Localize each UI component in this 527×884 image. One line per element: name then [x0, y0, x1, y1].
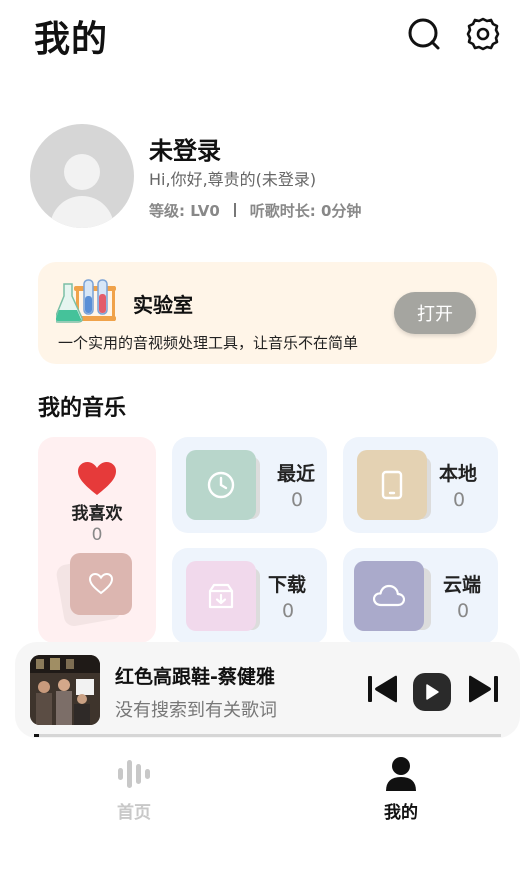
lab-title: 实验室 — [133, 293, 193, 317]
play-icon — [426, 684, 439, 700]
progress-fill — [34, 734, 39, 737]
page-title: 我的 — [34, 19, 109, 60]
test-tubes-icon — [56, 279, 116, 323]
album-photo — [30, 655, 100, 725]
cloud-count: 0 — [457, 600, 470, 622]
lab-open-button[interactable]: 打开 — [394, 292, 476, 334]
recent-cover — [186, 450, 256, 520]
progress-bar[interactable] — [34, 734, 501, 737]
download-cover — [186, 561, 256, 631]
album-cover[interactable] — [30, 655, 100, 725]
tab-home[interactable]: 首页 — [94, 756, 174, 823]
stats-divider — [233, 203, 236, 217]
settings-gear-icon[interactable] — [466, 17, 500, 51]
lab-card[interactable]: 实验室 一个实用的音视频处理工具，让音乐不在简单 打开 — [38, 262, 497, 364]
cloud-icon — [373, 584, 405, 607]
profile-section[interactable]: 未登录 Hi,你好,尊贵的(未登录) 等级: LV0 听歌时长: 0分钟 — [30, 124, 500, 230]
tab-mine-label: 我的 — [384, 803, 418, 823]
recent-tile[interactable]: 最近 0 — [172, 437, 327, 533]
username[interactable]: 未登录 — [149, 131, 221, 166]
download-tile[interactable]: 下载 0 — [172, 548, 327, 644]
avatar[interactable] — [30, 124, 134, 228]
next-track-icon[interactable] — [467, 674, 499, 704]
song-title[interactable]: 红色高跟鞋-蔡健雅 — [115, 662, 275, 689]
recent-label: 最近 — [277, 463, 316, 485]
user-stats: 等级: LV0 听歌时长: 0分钟 — [149, 200, 361, 221]
tab-home-label: 首页 — [117, 803, 151, 823]
header: 我的 — [0, 0, 527, 70]
heart-outline-icon — [89, 573, 113, 595]
song-lyric: 没有搜索到有关歌词 — [115, 700, 277, 721]
favorites-count: 0 — [91, 525, 103, 545]
my-music-title: 我的音乐 — [38, 396, 127, 421]
search-icon[interactable] — [407, 17, 441, 51]
play-button[interactable] — [413, 673, 451, 711]
heart-icon — [78, 462, 116, 495]
lab-description: 一个实用的音视频处理工具，让音乐不在简单 — [58, 334, 359, 352]
cloud-label: 云端 — [443, 574, 482, 596]
local-tile[interactable]: 本地 0 — [343, 437, 498, 533]
download-label: 下载 — [268, 574, 307, 596]
cloud-cover — [354, 561, 424, 631]
download-count: 0 — [282, 600, 295, 622]
mini-player[interactable]: 红色高跟鞋-蔡健雅 没有搜索到有关歌词 — [15, 642, 520, 738]
cloud-tile[interactable]: 云端 0 — [343, 548, 498, 644]
tab-mine[interactable]: 我的 — [361, 756, 441, 823]
download-box-icon — [208, 583, 234, 609]
phone-icon — [381, 470, 403, 500]
sound-bars-icon — [118, 760, 150, 788]
person-icon — [386, 757, 416, 791]
local-count: 0 — [453, 489, 466, 511]
avatar-head — [64, 154, 100, 190]
greeting-text: Hi,你好,尊贵的(未登录) — [149, 170, 317, 189]
favorites-cover — [70, 553, 132, 615]
avatar-body — [50, 196, 114, 228]
local-label: 本地 — [439, 463, 478, 485]
local-cover — [357, 450, 427, 520]
favorites-label: 我喜欢 — [71, 504, 123, 524]
favorites-tile[interactable]: 我喜欢 0 — [38, 437, 156, 643]
bottom-tab-bar: 首页 我的 — [0, 748, 527, 828]
level-text: 等级: LV0 — [149, 202, 220, 220]
recent-count: 0 — [291, 489, 304, 511]
clock-icon — [207, 471, 235, 499]
previous-track-icon[interactable] — [367, 674, 399, 704]
listen-time-text: 听歌时长: 0分钟 — [249, 202, 362, 220]
